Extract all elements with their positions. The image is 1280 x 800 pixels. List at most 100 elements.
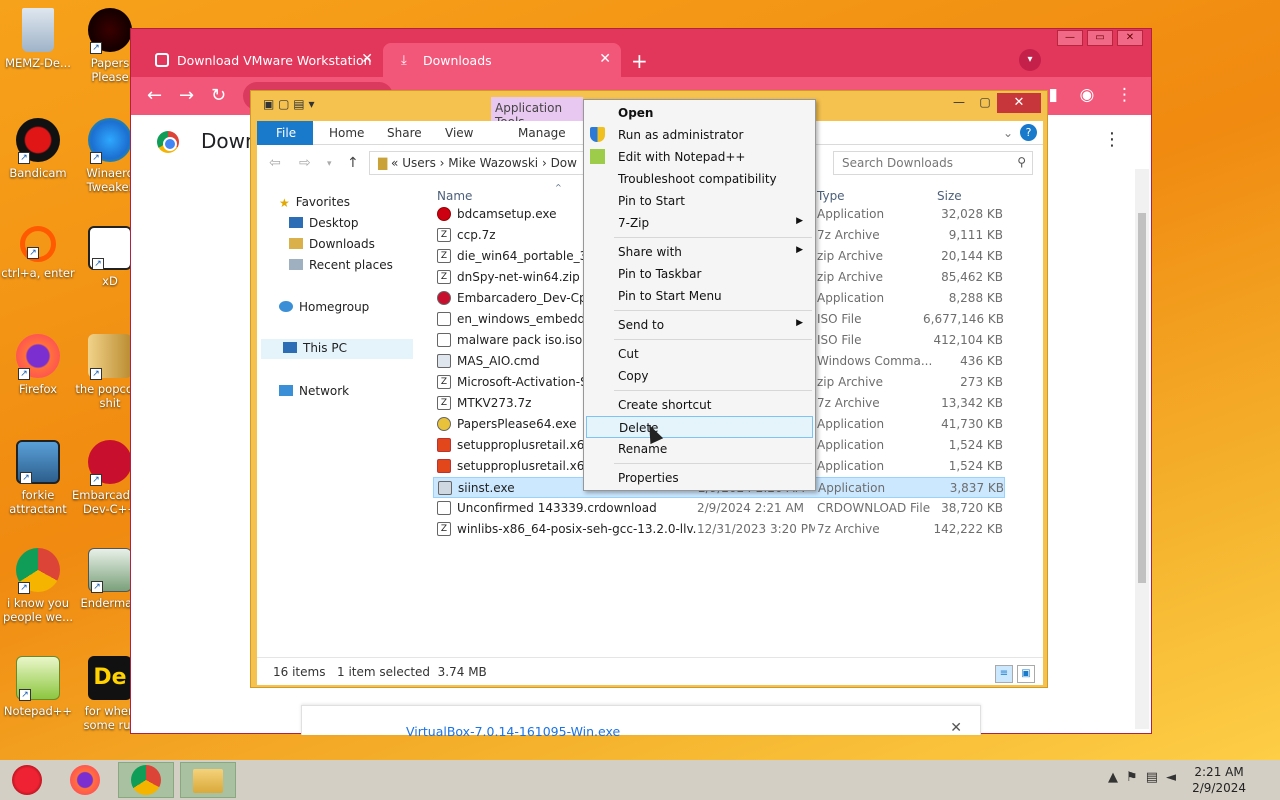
nav-favorites[interactable]: ★ Favorites — [279, 195, 350, 210]
tab-search-icon[interactable]: ▾ — [1019, 49, 1041, 71]
desktop-icon-chrome[interactable]: ↗ i know you people we... — [0, 548, 76, 624]
more-actions-icon[interactable]: ⋮ — [1103, 129, 1121, 150]
taskbar-explorer[interactable] — [180, 762, 236, 798]
network-tray-icon[interactable]: ▤ — [1146, 770, 1166, 785]
menu-create-shortcut[interactable]: Create shortcut — [586, 394, 813, 416]
menu-rename[interactable]: Rename — [586, 438, 813, 460]
flag-icon[interactable]: ⚑ — [1126, 770, 1146, 785]
ribbon-tab-manage[interactable]: Manage — [518, 126, 566, 140]
ribbon-tab-home[interactable]: Home — [329, 126, 364, 140]
file-type: CRDOWNLOAD File — [817, 501, 931, 515]
tab-close-icon[interactable]: ✕ — [599, 51, 611, 67]
nav-recent[interactable]: Recent places — [289, 258, 393, 272]
nav-label: Desktop — [309, 216, 359, 230]
volume-muted-icon[interactable]: ◄ — [1166, 770, 1184, 785]
address-bar[interactable]: ▇ « Users › Mike Wazowski › Dow — [369, 151, 585, 175]
column-name[interactable]: Name — [437, 189, 472, 203]
tab-vmware[interactable]: Download VMware Workstation ✕ — [137, 43, 383, 77]
clock[interactable]: 2:21 AM 2/9/2024 — [1192, 764, 1246, 796]
nav-network[interactable]: Network — [279, 384, 349, 398]
page-scrollbar[interactable] — [1135, 169, 1149, 729]
desktop-icon-recycle[interactable]: MEMZ-De... — [0, 8, 76, 70]
desktop-icon-forkie[interactable]: ↗ forkie attractant — [0, 440, 76, 516]
desktop-icon-label: Bandicam — [9, 166, 67, 180]
back-icon[interactable]: ⇦ — [269, 155, 281, 171]
search-icon: ⚲ — [1017, 155, 1026, 169]
menu-share-with[interactable]: Share with ▶ — [586, 241, 813, 263]
menu-properties[interactable]: Properties — [586, 467, 813, 489]
remove-download-icon[interactable]: ✕ — [950, 720, 962, 736]
menu-pin-to-start-menu[interactable]: Pin to Start Menu — [586, 285, 813, 307]
file-type: ISO File — [817, 333, 862, 347]
large-icons-view-icon[interactable]: ▣ — [1017, 665, 1035, 683]
reload-icon[interactable]: ↻ — [211, 85, 226, 106]
download-item[interactable]: VirtualBox-7.0.14-161095-Win.exe ✕ — [301, 705, 981, 739]
menu-label: Cut — [618, 347, 639, 361]
back-icon[interactable]: ← — [147, 85, 162, 106]
menu-icon[interactable]: ⋮ — [1116, 85, 1133, 105]
nav-label: Favorites — [295, 195, 350, 209]
desktop-icon-bandicam[interactable]: ↗ Bandicam — [0, 118, 76, 180]
help-icon[interactable]: ? — [1020, 124, 1037, 141]
window-controls: — ▭ ✕ — [1053, 29, 1143, 46]
breadcrumb-downloads[interactable]: Dow — [551, 156, 577, 170]
desktop-icon-label: Winaero Tweaker — [86, 166, 134, 194]
minimize-button[interactable]: — — [947, 95, 971, 113]
ribbon-tab-share[interactable]: Share — [387, 126, 422, 140]
chrome-logo-icon — [157, 131, 179, 153]
nav-desktop[interactable]: Desktop — [289, 216, 359, 230]
quick-access-toolbar[interactable]: ▣ ▢ ▤ ▾ — [263, 97, 314, 111]
close-button[interactable]: ✕ — [1117, 30, 1143, 46]
desktop-icon-ctrla[interactable]: ↗ ctrl+a, enter — [0, 226, 76, 280]
forward-icon[interactable]: → — [179, 85, 194, 106]
close-button[interactable]: ✕ — [997, 93, 1041, 113]
taskbar-chrome[interactable] — [118, 762, 174, 798]
forward-icon[interactable]: ⇨ — [299, 155, 311, 171]
search-input[interactable]: Search Downloads ⚲ — [833, 151, 1033, 175]
menu-pin-to-taskbar[interactable]: Pin to Taskbar — [586, 263, 813, 285]
nav-downloads[interactable]: Downloads — [289, 237, 375, 251]
desktop-icon-firefox[interactable]: ↗ Firefox — [0, 334, 76, 396]
menu-open[interactable]: Open — [586, 102, 813, 124]
file-row[interactable]: Unconfirmed 143339.crdownload 2/9/2024 2:… — [433, 498, 1005, 519]
nav-this-pc[interactable]: This PC — [261, 339, 413, 359]
nav-homegroup[interactable]: Homegroup — [279, 300, 369, 314]
maximize-button[interactable]: ▢ — [973, 95, 997, 113]
ribbon-tab-view[interactable]: View — [445, 126, 473, 140]
download-filename[interactable]: VirtualBox-7.0.14-161095-Win.exe — [406, 724, 620, 739]
recent-dropdown-icon[interactable]: ▾ — [327, 159, 332, 169]
taskbar-firefox[interactable] — [58, 762, 114, 798]
tray-expand-icon[interactable]: ▲ — [1108, 770, 1126, 785]
menu-delete[interactable]: Delete — [586, 416, 813, 438]
breadcrumb-users[interactable]: Users — [402, 156, 436, 170]
column-type[interactable]: Type — [817, 189, 845, 203]
ribbon-expand-icon[interactable]: ⌄ — [1003, 126, 1013, 140]
up-icon[interactable]: ↑ — [347, 155, 359, 171]
file-size: 436 KB — [960, 354, 1003, 368]
file-name: dnSpy-net-win64.zip — [457, 270, 580, 284]
ribbon-tab-file[interactable]: File — [257, 121, 313, 145]
menu-cut[interactable]: Cut — [586, 343, 813, 365]
taskbar-start-orb[interactable] — [0, 762, 56, 798]
tab-close-icon[interactable]: ✕ — [361, 51, 373, 67]
menu-send-to[interactable]: Send to ▶ — [586, 314, 813, 336]
menu-label: Copy — [618, 369, 649, 383]
menu-copy[interactable]: Copy — [586, 365, 813, 387]
breadcrumb-user[interactable]: Mike Wazowski — [448, 156, 538, 170]
desktop-icon-notepadpp[interactable]: ↗ Notepad++ — [0, 656, 76, 718]
tab-downloads[interactable]: ⤓ Downloads ✕ — [383, 43, 621, 77]
menu-edit-notepadpp[interactable]: Edit with Notepad++ — [586, 146, 813, 168]
minimize-button[interactable]: — — [1057, 30, 1083, 46]
scrollbar-thumb[interactable] — [1138, 213, 1146, 583]
file-row[interactable]: Zwinlibs-x86_64-posix-seh-gcc-13.2.0-llv… — [433, 519, 1005, 540]
maximize-button[interactable]: ▭ — [1087, 30, 1113, 46]
menu-troubleshoot[interactable]: Troubleshoot compatibility — [586, 168, 813, 190]
menu-7zip[interactable]: 7-Zip ▶ — [586, 212, 813, 234]
profile-icon[interactable]: ◉ — [1080, 85, 1095, 105]
new-tab-button[interactable]: + — [631, 49, 648, 73]
sidepanel-icon[interactable]: ▮ — [1049, 85, 1058, 105]
menu-pin-to-start[interactable]: Pin to Start — [586, 190, 813, 212]
menu-run-as-admin[interactable]: Run as administrator — [586, 124, 813, 146]
column-size[interactable]: Size — [937, 189, 962, 203]
details-view-icon[interactable]: ≡ — [995, 665, 1013, 683]
